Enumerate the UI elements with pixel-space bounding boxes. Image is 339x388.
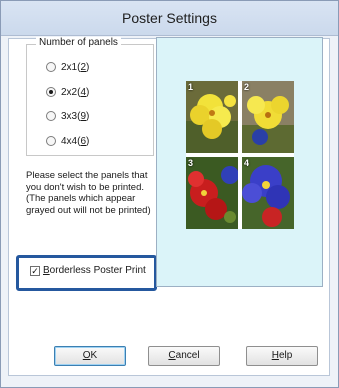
- radio-2x2-indicator[interactable]: [46, 87, 56, 97]
- dialog-title: Poster Settings: [1, 1, 338, 36]
- help-button[interactable]: Help: [246, 346, 318, 366]
- check-icon[interactable]: ✓: [30, 265, 40, 276]
- radio-3x3-indicator[interactable]: [46, 111, 56, 121]
- cancel-button[interactable]: Cancel: [148, 346, 220, 366]
- red-flower-image: [186, 157, 238, 229]
- radio-4x4[interactable]: 4x4(6): [46, 133, 89, 149]
- radio-2x1-indicator[interactable]: [46, 62, 56, 72]
- panel-2-number: 2: [244, 82, 250, 92]
- preview-panel-2[interactable]: 2: [242, 81, 294, 153]
- poster-preview-image: 1 2 3 4: [186, 81, 294, 229]
- panel-4-number: 4: [244, 158, 250, 168]
- radio-4x4-indicator[interactable]: [46, 136, 56, 146]
- radio-3x3[interactable]: 3x3(9): [46, 108, 89, 124]
- radio-4x4-label: 4x4(6): [61, 135, 90, 147]
- radio-3x3-label: 3x3(9): [61, 110, 90, 122]
- preview-panel-1[interactable]: 1: [186, 81, 238, 153]
- panels-group-label: Number of panels: [36, 37, 121, 48]
- blue-flower-image: [242, 157, 294, 229]
- radio-2x2-label: 2x2(4): [61, 86, 90, 98]
- borderless-poster-print-label: Borderless Poster Print: [43, 265, 146, 276]
- radio-2x1-label: 2x1(2): [61, 61, 90, 73]
- ok-button[interactable]: OK: [54, 346, 126, 366]
- radio-2x1[interactable]: 2x1(2): [46, 59, 89, 75]
- yellow-flower-image: [242, 81, 294, 153]
- panel-1-number: 1: [188, 82, 194, 92]
- radio-2x2[interactable]: 2x2(4): [46, 84, 89, 100]
- yellow-flower-image: [186, 81, 238, 153]
- instructions-text: Please select the panels that you don't …: [26, 170, 151, 216]
- panel-3-number: 3: [188, 158, 194, 168]
- preview-panel-4[interactable]: 4: [242, 157, 294, 229]
- borderless-poster-print-checkbox[interactable]: ✓ Borderless Poster Print: [30, 265, 146, 276]
- preview-panel-3[interactable]: 3: [186, 157, 238, 229]
